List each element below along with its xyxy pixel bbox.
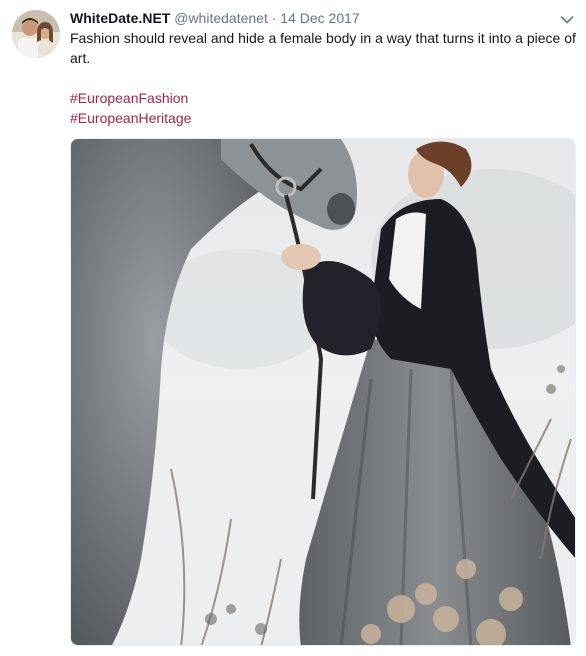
tweet-card: WhiteDate.NET @whitedatenet · 14 Dec 201… bbox=[0, 0, 586, 656]
tweet-photo[interactable] bbox=[70, 138, 576, 646]
avatar[interactable] bbox=[12, 10, 60, 58]
tweet-date[interactable]: 14 Dec 2017 bbox=[280, 10, 359, 26]
author-name[interactable]: WhiteDate.NET bbox=[70, 10, 170, 26]
hashtag-link[interactable]: #EuropeanFashion bbox=[70, 88, 191, 108]
tweet-text: Fashion should reveal and hide a female … bbox=[70, 28, 576, 68]
tweet-header: WhiteDate.NET @whitedatenet · 14 Dec 201… bbox=[70, 8, 360, 28]
chevron-down-icon[interactable] bbox=[560, 12, 574, 24]
tweet-text-body: Fashion should reveal and hide a female … bbox=[70, 30, 576, 66]
hashtag-link[interactable]: #EuropeanHeritage bbox=[70, 108, 191, 128]
separator-dot: · bbox=[271, 10, 277, 26]
author-handle[interactable]: @whitedatenet bbox=[174, 10, 268, 26]
hashtag-list: #EuropeanFashion #EuropeanHeritage bbox=[70, 88, 191, 128]
